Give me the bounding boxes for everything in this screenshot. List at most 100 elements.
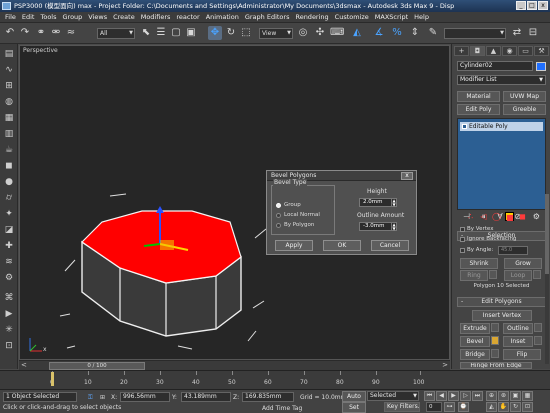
insert-vertex-button[interactable]: Insert Vertex bbox=[472, 310, 532, 321]
element-mode-icon[interactable]: ◼ bbox=[518, 212, 527, 221]
menu-animation[interactable]: Animation bbox=[203, 13, 242, 21]
ok-button[interactable]: OK bbox=[323, 240, 361, 251]
go-to-start-icon[interactable]: ⏮ bbox=[424, 391, 435, 401]
add-time-tag-button[interactable]: Add Time Tag bbox=[262, 405, 302, 412]
curve-editor-icon[interactable]: ∿ bbox=[3, 64, 15, 76]
menu-customize[interactable]: Customize bbox=[332, 13, 372, 21]
play-icon[interactable]: ▶ bbox=[448, 391, 459, 401]
menu-edit[interactable]: Edit bbox=[19, 13, 38, 21]
extrude-button[interactable]: Extrude bbox=[460, 323, 490, 334]
z-coordinate-field[interactable]: 169.835mm bbox=[242, 392, 294, 402]
polygon-mode-icon[interactable]: ■ bbox=[505, 212, 514, 222]
pan-icon[interactable]: ✋ bbox=[498, 402, 509, 412]
material-button[interactable]: Material bbox=[457, 91, 500, 102]
menu-create[interactable]: Create bbox=[110, 13, 138, 21]
ring-spinner[interactable] bbox=[489, 270, 497, 279]
command-panel-scroll-thumb[interactable] bbox=[545, 194, 549, 274]
by-angle-checkbox[interactable]: By Angle: bbox=[460, 247, 493, 253]
menu-file[interactable]: File bbox=[2, 13, 19, 21]
walkthrough-icon[interactable]: ⊡ bbox=[3, 340, 15, 352]
ring-button[interactable]: Ring bbox=[460, 270, 488, 281]
edit-poly-button[interactable]: Edit Poly bbox=[457, 104, 500, 115]
cancel-button[interactable]: Cancel bbox=[371, 240, 409, 251]
minimize-button[interactable]: _ bbox=[516, 1, 526, 10]
key-filters-button[interactable]: Key Filters... bbox=[384, 402, 420, 412]
tab-create[interactable]: + bbox=[454, 46, 469, 56]
camera-icon[interactable]: ◪ bbox=[3, 224, 15, 236]
outline-settings-button[interactable] bbox=[534, 323, 542, 332]
menu-tools[interactable]: Tools bbox=[37, 13, 59, 21]
menu-rendering[interactable]: Rendering bbox=[292, 13, 331, 21]
tab-hierarchy[interactable]: ▲ bbox=[486, 46, 501, 56]
menu-graph-editors[interactable]: Graph Editors bbox=[242, 13, 293, 21]
border-mode-icon[interactable]: ◯ bbox=[492, 212, 501, 221]
menu-reactor[interactable]: reactor bbox=[173, 13, 202, 21]
align-icon[interactable]: ⊟ bbox=[526, 26, 540, 40]
unlink-icon[interactable]: ⚮ bbox=[49, 26, 63, 40]
manipulate-icon[interactable]: ✣ bbox=[313, 26, 327, 40]
named-selection-sets-dropdown[interactable]: ▼ bbox=[444, 28, 506, 39]
by-vertex-checkbox[interactable]: By Vertex bbox=[460, 226, 493, 232]
modifier-icon[interactable]: ⌘ bbox=[3, 292, 15, 304]
scale-icon[interactable]: ⬚ bbox=[239, 26, 253, 40]
zoom-extents-all-icon[interactable]: ▦ bbox=[522, 391, 533, 401]
height-spinner[interactable]: 2.0mm ▲ ▼ bbox=[359, 198, 397, 207]
inset-settings-button[interactable] bbox=[534, 336, 542, 345]
undo-icon[interactable]: ↶ bbox=[3, 26, 17, 40]
close-button[interactable]: x bbox=[538, 1, 548, 10]
vertex-mode-icon[interactable]: ∴ bbox=[466, 212, 475, 221]
spinner-arrows-icon[interactable]: ▲ ▼ bbox=[391, 199, 396, 206]
edit-named-selection-icon[interactable]: ✎ bbox=[426, 26, 440, 40]
mirror-icon[interactable]: ⇄ bbox=[510, 26, 524, 40]
percent-snap-icon[interactable]: % bbox=[390, 26, 404, 40]
orbit-icon[interactable]: ↻ bbox=[510, 402, 521, 412]
systems-icon[interactable]: ⚙ bbox=[3, 272, 15, 284]
angle-snap-icon[interactable]: ∡ bbox=[372, 26, 386, 40]
radio-local-normal[interactable]: Local Normal bbox=[276, 212, 320, 218]
ignore-backfacing-checkbox[interactable]: Ignore Backfacing bbox=[460, 236, 516, 242]
x-coordinate-field[interactable]: 996.56mm bbox=[120, 392, 170, 402]
lock-selection-icon[interactable]: ⚿ bbox=[88, 394, 93, 402]
bind-space-warp-icon[interactable]: ≈ bbox=[64, 26, 78, 40]
quick-render-icon[interactable]: ☕ bbox=[3, 144, 15, 156]
next-frame-icon[interactable]: > bbox=[442, 361, 448, 369]
expand-box-icon[interactable] bbox=[462, 124, 467, 129]
flip-button[interactable]: Flip bbox=[503, 349, 541, 360]
move-icon[interactable]: ✥ bbox=[208, 26, 222, 40]
go-to-end-icon[interactable]: ⏭ bbox=[472, 391, 483, 401]
outline-amount-spinner[interactable]: -3.0mm ▲ ▼ bbox=[359, 222, 397, 231]
select-by-name-icon[interactable]: ☰ bbox=[154, 26, 168, 40]
radio-group[interactable]: Group bbox=[276, 202, 301, 208]
object-name-field[interactable]: Cylinder02 bbox=[457, 61, 533, 71]
track-bar[interactable]: 0 10 20 30 40 50 60 70 80 90 100 bbox=[0, 370, 550, 389]
object-color-swatch[interactable] bbox=[536, 62, 546, 71]
time-config-icon[interactable]: ⌚ bbox=[458, 402, 469, 412]
menu-modifiers[interactable]: Modifiers bbox=[138, 13, 174, 21]
menu-maxscript[interactable]: MAXScript bbox=[372, 13, 411, 21]
time-playhead[interactable] bbox=[51, 372, 54, 386]
field-of-view-icon[interactable]: ◭ bbox=[486, 402, 497, 412]
menu-help[interactable]: Help bbox=[411, 13, 432, 21]
extrude-settings-button[interactable] bbox=[491, 323, 499, 332]
key-mode-dropdown[interactable]: Selected ▼ bbox=[367, 391, 419, 401]
window-crossing-icon[interactable]: ▣ bbox=[184, 26, 198, 40]
reactor-icon[interactable]: ✳ bbox=[3, 324, 15, 336]
edge-mode-icon[interactable]: ◁ bbox=[479, 212, 488, 221]
loop-spinner[interactable] bbox=[533, 270, 541, 279]
inset-button[interactable]: Inset bbox=[503, 336, 533, 347]
menu-group[interactable]: Group bbox=[60, 13, 86, 21]
key-mode-toggle-icon[interactable]: ⊶ bbox=[444, 402, 455, 412]
shrink-button[interactable]: Shrink bbox=[460, 258, 498, 269]
absolute-mode-icon[interactable]: ⊞ bbox=[100, 394, 105, 401]
layer-manager-icon[interactable]: ▤ bbox=[3, 48, 15, 60]
space-warp-icon[interactable]: ≋ bbox=[3, 256, 15, 268]
bridge-button[interactable]: Bridge bbox=[460, 349, 490, 360]
sphere-icon[interactable]: ● bbox=[3, 176, 15, 188]
pivot-center-icon[interactable]: ◎ bbox=[296, 26, 310, 40]
edit-polygons-rollout[interactable]: - Edit Polygons bbox=[457, 297, 546, 307]
render-setup-icon[interactable]: ▦ bbox=[3, 112, 15, 124]
bevel-settings-button[interactable] bbox=[491, 336, 499, 345]
render-frame-icon[interactable]: ▥ bbox=[3, 128, 15, 140]
light-icon[interactable]: ✦ bbox=[3, 208, 15, 220]
next-key-icon[interactable]: ▷ bbox=[460, 391, 471, 401]
